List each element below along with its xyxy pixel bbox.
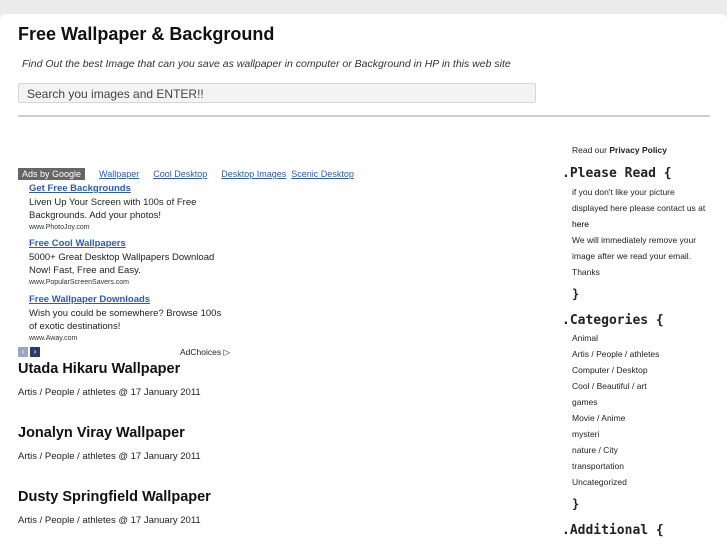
ads-by-google-badge[interactable]: Ads by Google	[18, 168, 86, 180]
site-title[interactable]: Free Wallpaper & Background	[18, 24, 274, 45]
ad-link-wallpaper[interactable]: Wallpaper	[99, 169, 139, 179]
post-meta[interactable]: Artis / People / athletes @ 17 January 2…	[18, 515, 201, 526]
search-input[interactable]: Search you images and ENTER!!	[18, 83, 536, 103]
ad-link-desktop-images[interactable]: Desktop Images	[221, 169, 286, 179]
close-brace: }	[572, 287, 580, 301]
header-divider	[18, 115, 710, 117]
category-item[interactable]: mysteri	[572, 426, 659, 442]
ad-item[interactable]: Get Free Backgrounds Liven Up Your Scree…	[29, 182, 229, 232]
please-read-heading: .Please Read {	[562, 166, 672, 181]
post-meta[interactable]: Artis / People / athletes @ 17 January 2…	[18, 451, 201, 462]
ad-title[interactable]: Free Cool Wallpapers	[29, 237, 229, 251]
ad-body: Wish you could be somewhere? Browse 100s…	[29, 307, 222, 333]
please-read-text: if you don't like your picture displayed…	[572, 184, 707, 280]
additional-heading: .Additional {	[562, 523, 664, 538]
category-item[interactable]: games	[572, 394, 659, 410]
chevron-left-icon[interactable]: ‹	[18, 347, 28, 357]
please-read-text-1: if you don't like your picture displayed…	[572, 187, 706, 213]
ad-pager: ‹ ›	[18, 347, 40, 357]
ad-link-cool-desktop[interactable]: Cool Desktop	[153, 169, 207, 179]
ad-url[interactable]: www.Away.com	[29, 334, 229, 343]
ad-body: 5000+ Great Desktop Wallpapers Download …	[29, 251, 215, 277]
please-read-text-2: We will immediately remove your image af…	[572, 235, 697, 277]
category-item[interactable]: Movie / Anime	[572, 410, 659, 426]
category-item[interactable]: transportation	[572, 458, 659, 474]
site-tagline: Find Out the best Image that can you sav…	[22, 58, 511, 70]
category-item[interactable]: Cool / Beautiful / art	[572, 378, 659, 394]
ad-url[interactable]: www.PopularScreenSavers.com	[29, 278, 229, 287]
ad-url[interactable]: www.PhotoJoy.com	[29, 223, 229, 232]
adchoices-link[interactable]: AdChoices ▷	[180, 347, 230, 358]
post-title[interactable]: Jonalyn Viray Wallpaper	[18, 425, 185, 441]
page: Free Wallpaper & Background Find Out the…	[0, 14, 727, 545]
post-title[interactable]: Utada Hikaru Wallpaper	[18, 361, 180, 377]
read-our-label: Read our	[572, 145, 607, 155]
ad-body: Liven Up Your Screen with 100s of Free B…	[29, 196, 197, 222]
category-list: Animal Artis / People / athletes Compute…	[572, 330, 659, 490]
ad-item[interactable]: Free Cool Wallpapers 5000+ Great Desktop…	[29, 237, 229, 287]
categories-heading: .Categories {	[562, 313, 664, 328]
ad-link-scenic-desktop[interactable]: Scenic Desktop	[291, 169, 354, 179]
contact-here-link[interactable]: here	[572, 219, 589, 229]
category-item[interactable]: Animal	[572, 330, 659, 346]
privacy-line: Read our Privacy Policy	[572, 142, 667, 158]
category-item[interactable]: Uncategorized	[572, 474, 659, 490]
ad-item[interactable]: Free Wallpaper Downloads Wish you could …	[29, 293, 229, 343]
chevron-right-icon[interactable]: ›	[30, 347, 40, 357]
ad-title[interactable]: Free Wallpaper Downloads	[29, 293, 229, 307]
category-item[interactable]: Computer / Desktop	[572, 362, 659, 378]
ad-title[interactable]: Get Free Backgrounds	[29, 182, 229, 196]
category-item[interactable]: nature / City	[572, 442, 659, 458]
post-title[interactable]: Dusty Springfield Wallpaper	[18, 489, 211, 505]
privacy-policy-link[interactable]: Privacy Policy	[609, 145, 667, 155]
post-meta[interactable]: Artis / People / athletes @ 17 January 2…	[18, 387, 201, 398]
ads-bar: Ads by Google Wallpaper Cool Desktop Des…	[18, 168, 368, 180]
close-brace: }	[572, 497, 580, 511]
category-item[interactable]: Artis / People / athletes	[572, 346, 659, 362]
